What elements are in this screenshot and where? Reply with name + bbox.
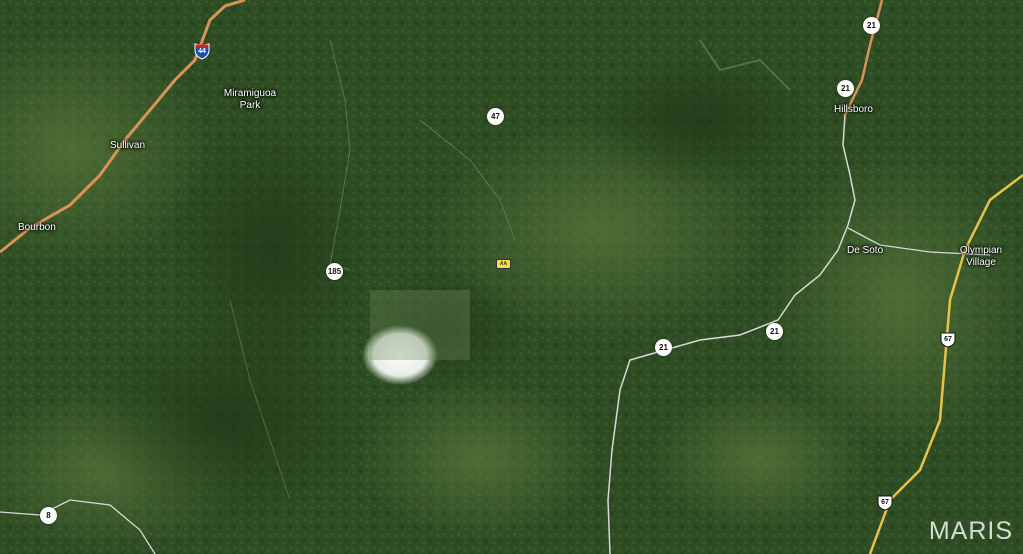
route-21-shield[interactable]: 21 (766, 323, 783, 340)
place-label-hillsboro[interactable]: Hillsboro (834, 104, 873, 116)
place-name-line: Miramiguoa (223, 88, 277, 99)
route-number: 67 (944, 336, 952, 343)
place-name-line: Park (239, 100, 261, 111)
county-route-shield[interactable]: AA (496, 259, 511, 269)
maris-watermark: MARIS (928, 517, 1013, 545)
route-21-shield[interactable]: 21 (863, 17, 880, 34)
satellite-imagery (0, 0, 1023, 554)
route-number: 44 (198, 48, 206, 55)
route-47-shield[interactable]: 47 (487, 108, 504, 125)
us-67-shield[interactable]: 67 (940, 332, 956, 348)
place-label-de-soto[interactable]: De Soto (847, 245, 883, 257)
us-67-shield[interactable]: 67 (877, 495, 893, 511)
place-label-miramiguoa-park[interactable]: Miramiguoa Park (212, 88, 288, 112)
route-185-shield[interactable]: 185 (326, 263, 343, 280)
satellite-map[interactable]: Miramiguoa Park Sullivan Bourbon Hillsbo… (0, 0, 1023, 554)
place-name-line: Village (966, 257, 996, 268)
route-21-shield[interactable]: 21 (655, 339, 672, 356)
route-8-shield[interactable]: 8 (40, 507, 57, 524)
place-label-olympian-village[interactable]: Olympian Village (952, 245, 1010, 269)
route-number: 67 (881, 499, 889, 506)
place-label-sullivan[interactable]: Sullivan (110, 140, 145, 152)
place-name-line: Olympian (959, 245, 1003, 256)
interstate-44-shield[interactable]: 44 (194, 43, 210, 60)
place-label-bourbon[interactable]: Bourbon (18, 222, 56, 234)
route-21-shield[interactable]: 21 (837, 80, 854, 97)
